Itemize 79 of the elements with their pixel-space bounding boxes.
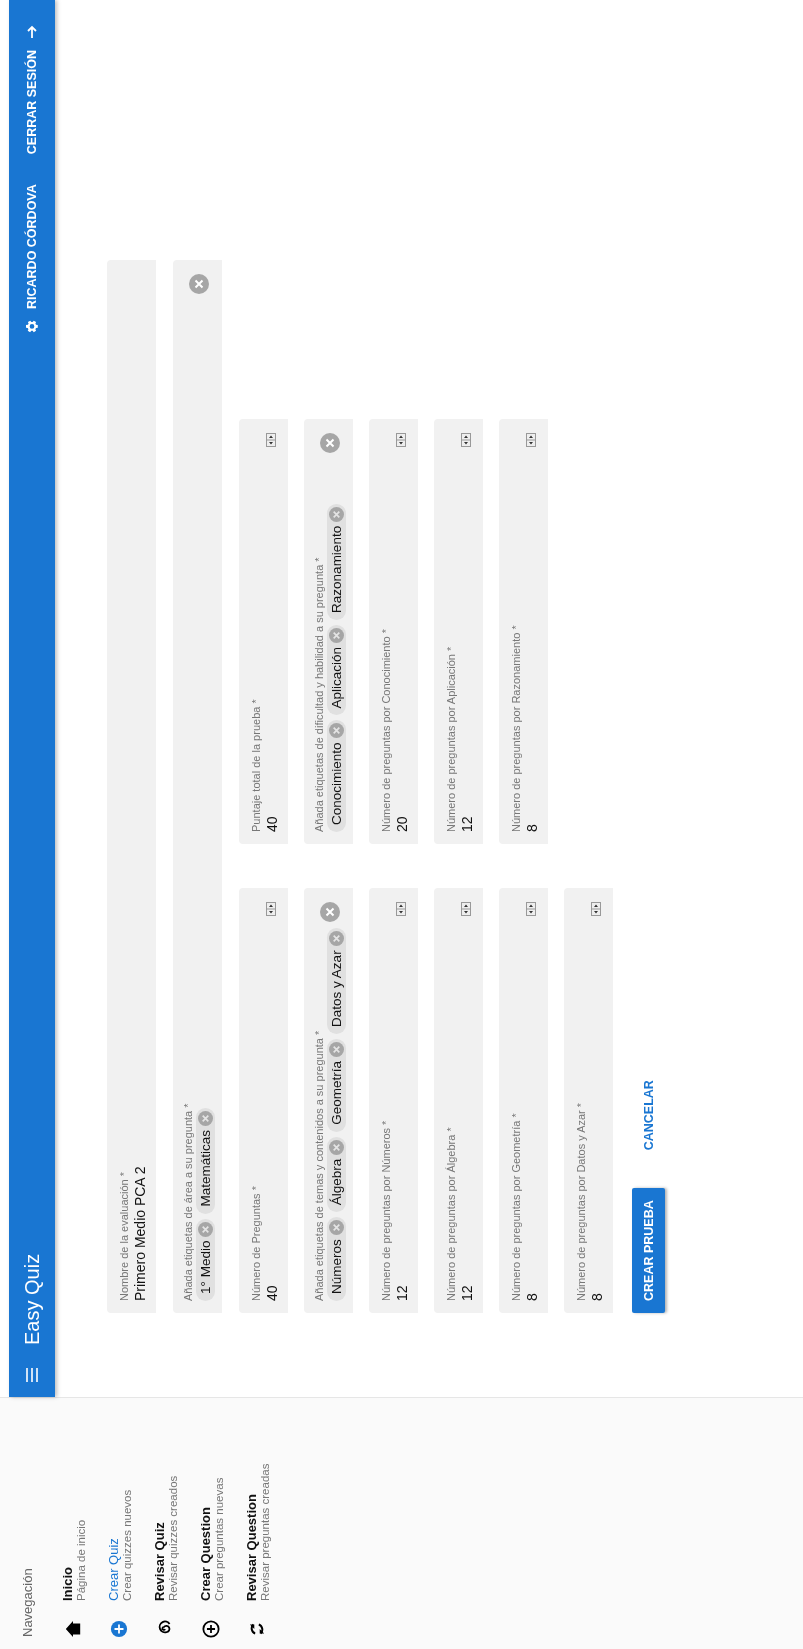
cancel-button[interactable]: CANCELAR	[635, 1072, 662, 1159]
input-field[interactable]: Número de preguntas por Álgebra * 12	[434, 888, 483, 1313]
input-field[interactable]: Puntaje total de la prueba * 40	[239, 419, 288, 844]
input-field[interactable]: Número de preguntas por Conocimiento * 20	[369, 419, 418, 844]
tag-chip[interactable]: Aplicación	[327, 624, 346, 716]
spinner-icon[interactable]	[591, 902, 601, 916]
remove-icon[interactable]	[329, 1220, 344, 1236]
remove-icon[interactable]	[329, 1139, 344, 1155]
settings-icon	[24, 318, 40, 335]
field-label: Nombre de la evaluación *	[117, 1171, 130, 1301]
user-button[interactable]: RICARDO CÓRDOVA	[18, 174, 46, 345]
spinner-icon[interactable]	[266, 902, 276, 916]
field-value: 8	[523, 1293, 540, 1301]
field-label: Añada etiquetas de temas y contenidos a su pregunta *	[313, 1030, 325, 1301]
tag-chip[interactable]: Geometría	[327, 1038, 346, 1132]
clear-icon[interactable]	[188, 274, 209, 294]
field-value: 40	[263, 1285, 280, 1301]
remove-icon[interactable]	[329, 723, 344, 739]
field-label: Número de preguntas por Datos y Azar *	[574, 1102, 587, 1301]
field-label: Añada etiquetas de área a su pregunta *	[182, 1103, 194, 1301]
tag-chip[interactable]: Razonamiento	[327, 503, 346, 620]
input-field[interactable]: Número de Preguntas * 40	[239, 888, 288, 1313]
menu-icon[interactable]	[25, 1367, 39, 1383]
tag-chip[interactable]: Matemáticas	[196, 1108, 215, 1214]
nav-item[interactable]: Revisar Quiz Revisar quizzes creados	[143, 1398, 187, 1649]
remove-icon[interactable]	[329, 506, 344, 522]
field-label: Número de preguntas por Geometría *	[509, 1113, 522, 1301]
nav-item[interactable]: Crear Question Crear preguntas nuevas	[189, 1398, 233, 1649]
field-label: Número de preguntas por Aplicación *	[444, 646, 457, 832]
nav-item[interactable]: Crear Quiz Crear quizzes nuevos	[97, 1398, 141, 1649]
input-field[interactable]: Número de preguntas por Números * 12	[369, 888, 418, 1313]
add-icon	[110, 1620, 128, 1638]
input-field[interactable]: Número de preguntas por Aplicación * 12	[434, 419, 483, 844]
spinner-icon[interactable]	[461, 433, 471, 447]
spinner-icon[interactable]	[266, 433, 276, 447]
spinner-icon[interactable]	[526, 433, 536, 447]
input-field[interactable]: Número de preguntas por Razonamiento * 8	[499, 419, 548, 844]
spinner-icon[interactable]	[461, 902, 471, 916]
field-label: Número de Preguntas *	[249, 1186, 262, 1301]
input-field[interactable]: Número de preguntas por Datos y Azar * 8	[564, 888, 613, 1313]
spinner-icon[interactable]	[396, 433, 406, 447]
remove-icon[interactable]	[329, 1041, 344, 1057]
input-field[interactable]: Nombre de la evaluación * Primero Medio PCA 2	[107, 260, 156, 1313]
field-label: Número de preguntas por Conocimiento *	[379, 629, 392, 832]
field-label: Número de preguntas por Razonamiento *	[509, 625, 522, 832]
sidebar-heading: Navegación	[20, 1568, 35, 1637]
field-value: 12	[458, 1285, 475, 1301]
tag-chip[interactable]: 1° Medio	[196, 1218, 215, 1301]
field-value: Primero Medio PCA 2	[131, 1166, 148, 1301]
remove-icon[interactable]	[329, 931, 344, 947]
tag-chip[interactable]: Datos y Azar	[327, 928, 346, 1034]
remove-icon[interactable]	[198, 1221, 213, 1237]
field-value: 8	[523, 824, 540, 832]
spinner-icon[interactable]	[396, 902, 406, 916]
tag-chip[interactable]: Conocimiento	[327, 720, 346, 832]
home-icon	[64, 1620, 82, 1638]
logout-button[interactable]: CERRAR SESIÓN	[18, 14, 46, 165]
tag-chip[interactable]: Números	[327, 1217, 346, 1301]
remove-icon[interactable]	[198, 1111, 213, 1127]
nav-item[interactable]: Revisar Question Revisar preguntas creadas	[235, 1398, 279, 1649]
nav-item[interactable]: Inicio Página de inicio	[51, 1398, 95, 1649]
field-value: 12	[458, 816, 475, 832]
field-value: 40	[263, 816, 280, 832]
input-field[interactable]: Número de preguntas por Geometría * 8	[499, 888, 548, 1313]
spinner-icon[interactable]	[526, 902, 536, 916]
tag-chip[interactable]: Álgebra	[327, 1136, 346, 1213]
field-value: 20	[393, 816, 410, 832]
create-test-button[interactable]: CREAR PRUEBA	[632, 1188, 665, 1313]
field-value: 12	[393, 1285, 410, 1301]
add-icon	[202, 1620, 220, 1638]
app-title: Easy Quiz	[20, 1253, 44, 1345]
field-label: Puntaje total de la prueba *	[249, 699, 262, 832]
field-label: Número de preguntas por Álgebra *	[444, 1127, 457, 1301]
field-label: Añada etiquetas de dificultad y habilidad a su pregunta *	[313, 557, 325, 832]
clear-icon[interactable]	[319, 433, 340, 453]
remove-icon[interactable]	[329, 627, 344, 643]
field-label: Número de preguntas por Números *	[379, 1120, 392, 1301]
field-value: 8	[588, 1293, 605, 1301]
clear-icon[interactable]	[319, 902, 340, 922]
